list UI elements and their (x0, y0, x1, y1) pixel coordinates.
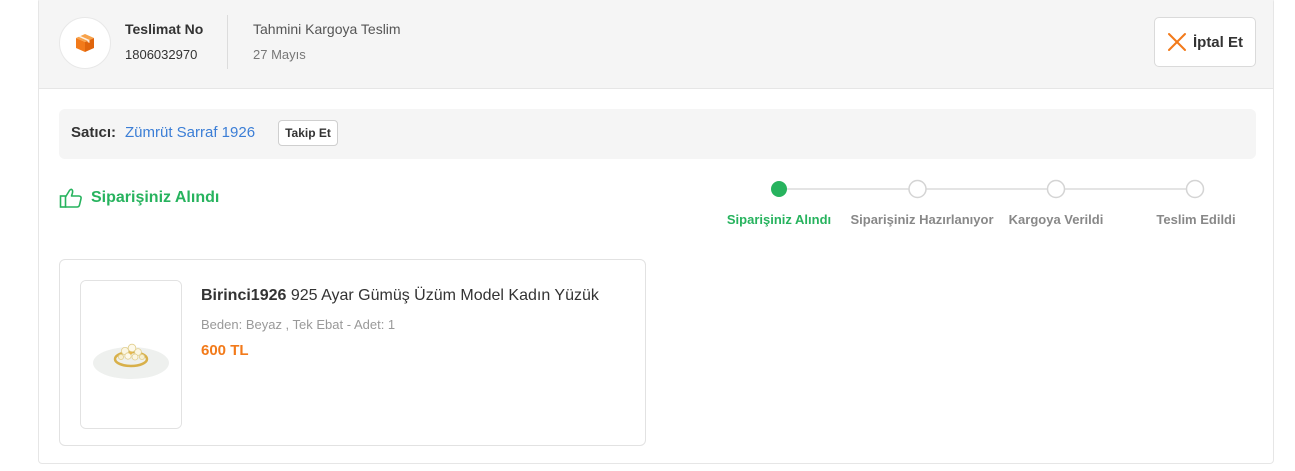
tracker-step-4-dot (1185, 179, 1205, 199)
product-item[interactable]: Birinci1926 925 Ayar Gümüş Üzüm Model Ka… (59, 259, 646, 446)
seller-bar: Satıcı: Zümrüt Sarraf 1926 Takip Et (59, 109, 1256, 159)
order-status: Siparişiniz Alındı (59, 187, 219, 209)
order-status-text: Siparişiniz Alındı (91, 189, 220, 206)
thumbs-up-icon (59, 188, 82, 208)
ring-image (81, 281, 181, 428)
tracker-step-3-dot (1046, 179, 1066, 199)
product-brand: Birinci1926 (201, 287, 287, 304)
order-header: Teslimat No 1806032970 Tahmini Kargoya T… (39, 0, 1273, 89)
delivery-no-label: Teslimat No (125, 21, 204, 37)
seller-label: Satıcı: (71, 124, 117, 141)
package-icon-wrapper (59, 17, 111, 69)
cancel-order-button[interactable]: İptal Et (1154, 17, 1256, 67)
tracker-step-2-dot (908, 179, 927, 199)
tracker-step-2-label: Siparişiniz Hazırlanıyor (850, 212, 994, 227)
cancel-order-label: İptal Et (1192, 33, 1243, 51)
product-image[interactable] (80, 280, 182, 429)
estimate-date: 27 Mayıs (253, 47, 306, 62)
product-variant: Beden: Beyaz , Tek Ebat - Adet: 1 (201, 317, 396, 332)
tracker-step-4-label: Teslim Edildi (1156, 212, 1236, 227)
seller-name-link[interactable]: Zümrüt Sarraf 1926 (125, 124, 255, 141)
product-title[interactable]: Birinci1926 925 Ayar Gümüş Üzüm Model Ka… (201, 287, 599, 305)
package-icon (76, 34, 94, 52)
estimate-label: Tahmini Kargoya Teslim (253, 21, 401, 37)
header-divider (227, 15, 228, 69)
close-icon (1167, 33, 1186, 51)
tracker-step-3-label: Kargoya Verildi (1008, 212, 1104, 227)
tracker-step-1-label: Siparişiniz Alındı (726, 212, 832, 227)
product-name: 925 Ayar Gümüş Üzüm Model Kadın Yüzük (290, 287, 599, 304)
follow-seller-button[interactable]: Takip Et (278, 120, 338, 146)
order-card: Teslimat No 1806032970 Tahmini Kargoya T… (38, 0, 1274, 464)
delivery-no-value: 1806032970 (125, 47, 198, 62)
tracker-step-1-dot (771, 181, 787, 197)
product-price: 600 TL (201, 342, 249, 359)
